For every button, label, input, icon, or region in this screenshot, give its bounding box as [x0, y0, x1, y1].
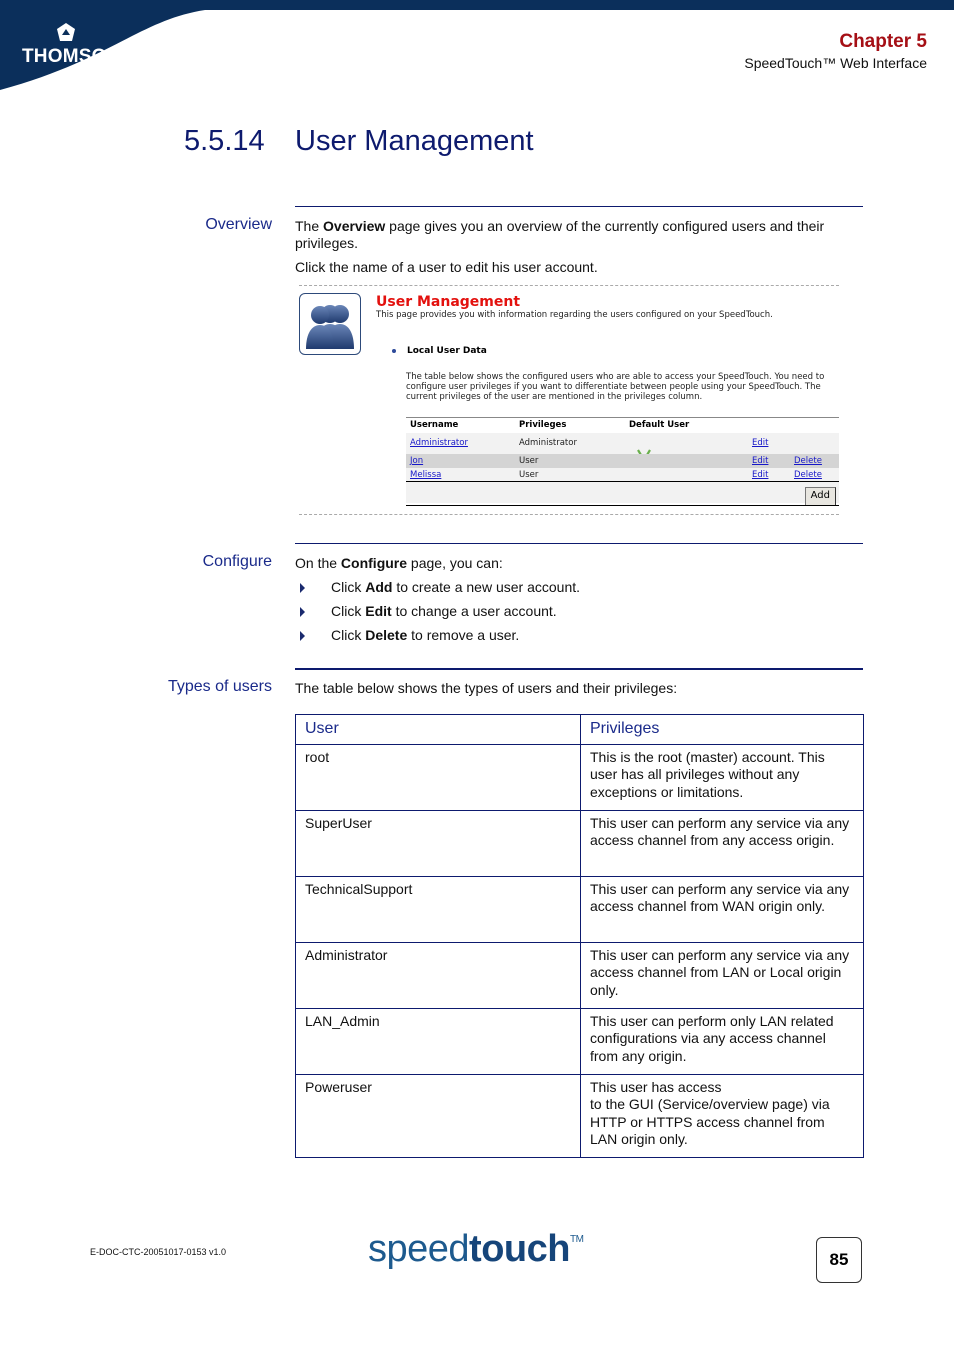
text: to remove a user.: [407, 627, 520, 643]
privileges-cell: Administrator: [519, 438, 577, 448]
username-link[interactable]: Melissa: [410, 470, 441, 480]
user-type-cell: Administrator: [295, 941, 581, 1009]
table-top-border: [406, 417, 839, 418]
text: Click: [331, 603, 366, 619]
configure-intro: On the Configure page, you can:: [295, 555, 855, 572]
bold-term: Delete: [365, 627, 408, 643]
bullet-icon: [392, 349, 396, 353]
bullet-arrow-icon: [300, 631, 305, 641]
users-icon: [299, 293, 361, 355]
privileges-cell: This user can perform only LAN related c…: [580, 1007, 864, 1075]
bold-term: Edit: [365, 603, 392, 619]
page-number: 85: [816, 1237, 862, 1283]
bullet-arrow-icon: [300, 607, 305, 617]
privileges-cell: This user can perform any service via an…: [580, 875, 864, 943]
user-management-screenshot: User Management This page provides you w…: [299, 285, 839, 516]
brand-logo: THOMSON: [22, 46, 121, 67]
column-header-default-user: Default User: [629, 420, 690, 430]
user-type-cell: LAN_Admin: [295, 1007, 581, 1075]
text: Click: [331, 579, 366, 595]
privileges-cell: User: [519, 470, 539, 480]
types-of-users-label: Types of users: [167, 678, 272, 695]
table-row: TechnicalSupport This user can perform an…: [295, 875, 864, 943]
bold-term: Overview: [323, 218, 386, 234]
types-intro: The table below shows the types of users…: [295, 680, 678, 696]
chapter-subtitle: SpeedTouch™ Web Interface: [744, 55, 927, 71]
text: page, you can:: [407, 555, 503, 571]
username-link[interactable]: Administrator: [410, 438, 468, 448]
text: to create a new user account.: [392, 579, 581, 595]
column-header-privileges: Privileges: [580, 714, 864, 745]
table-bottom-border: [406, 505, 839, 506]
section-divider: [295, 668, 863, 670]
overview-label: Overview: [205, 216, 272, 233]
privileges-cell: This is the root (master) account. This …: [580, 743, 864, 811]
section-divider: [295, 543, 863, 544]
user-type-cell: TechnicalSupport: [295, 875, 581, 943]
table-row: Melissa User Edit Delete: [406, 468, 839, 482]
overview-instruction: Click the name of a user to edit his use…: [295, 259, 598, 275]
table-header-row: User Privileges: [295, 714, 864, 745]
edit-link[interactable]: Edit: [752, 470, 768, 480]
thomson-logo-icon: [57, 23, 75, 41]
username-link[interactable]: Jon: [410, 456, 423, 466]
section-divider: [295, 206, 863, 207]
column-header-privileges: Privileges: [519, 420, 567, 430]
text: On the: [295, 555, 341, 571]
privileges-cell: This user can perform any service via an…: [580, 809, 864, 877]
privileges-cell: This user has access to the GUI (Service…: [580, 1073, 864, 1158]
local-user-data-heading: Local User Data: [407, 346, 487, 356]
logo-bold-text: touch: [469, 1228, 570, 1270]
screenshot-title: User Management: [376, 294, 521, 310]
screenshot-description: This page provides you with information …: [376, 310, 773, 320]
edit-link[interactable]: Edit: [752, 438, 768, 448]
section-title: User Management: [295, 125, 534, 157]
page-title: 5.5.14 User Management: [184, 125, 534, 158]
table-row: Administrator This user can perform any s…: [295, 941, 864, 1009]
dashed-divider: [299, 285, 839, 286]
chapter-label: Chapter 5: [839, 31, 927, 52]
text: Click: [331, 627, 366, 643]
text: to change a user account.: [391, 603, 557, 619]
section-number: 5.5.14: [184, 125, 265, 157]
text: The: [295, 218, 324, 234]
table-row: Administrator Administrator Edit: [406, 433, 839, 461]
dashed-divider: [299, 514, 839, 515]
bold-term: Add: [365, 579, 393, 595]
edit-link[interactable]: Edit: [752, 456, 768, 466]
header-banner: [0, 0, 954, 90]
local-user-data-description: The table below shows the configured use…: [406, 372, 825, 402]
add-button[interactable]: Add: [804, 487, 836, 506]
trademark: TM: [569, 1234, 584, 1245]
table-footer: [406, 482, 839, 503]
bullet-arrow-icon: [300, 583, 305, 593]
speedtouch-logo: speedtouchTM: [368, 1228, 584, 1271]
table-row: root This is the root (master) account. T…: [295, 743, 864, 811]
column-header-user: User: [295, 714, 581, 745]
privileges-cell: User: [519, 456, 539, 466]
bold-term: Configure: [340, 555, 408, 571]
table-row: SuperUser This user can perform any servi…: [295, 809, 864, 877]
table-row: Jon User Edit Delete: [406, 454, 839, 468]
table-row: Poweruser This user has access to the GUI…: [295, 1073, 864, 1158]
document-id: E-DOC-CTC-20051017-0153 v1.0: [90, 1247, 227, 1257]
privileges-cell: This user can perform any service via an…: [580, 941, 864, 1009]
delete-link[interactable]: Delete: [794, 470, 822, 480]
table-row: LAN_Admin This user can perform only LAN …: [295, 1007, 864, 1075]
user-type-cell: root: [295, 743, 581, 811]
overview-paragraph: The Overview page gives you an overview …: [295, 218, 855, 252]
logo-light-text: speed: [368, 1228, 470, 1270]
delete-link[interactable]: Delete: [794, 456, 822, 466]
user-type-cell: SuperUser: [295, 809, 581, 877]
configure-label: Configure: [202, 553, 272, 570]
user-types-table: User Privileges root This is the root (ma…: [295, 714, 864, 1158]
column-header-username: Username: [410, 420, 459, 430]
user-type-cell: Poweruser: [295, 1073, 581, 1158]
